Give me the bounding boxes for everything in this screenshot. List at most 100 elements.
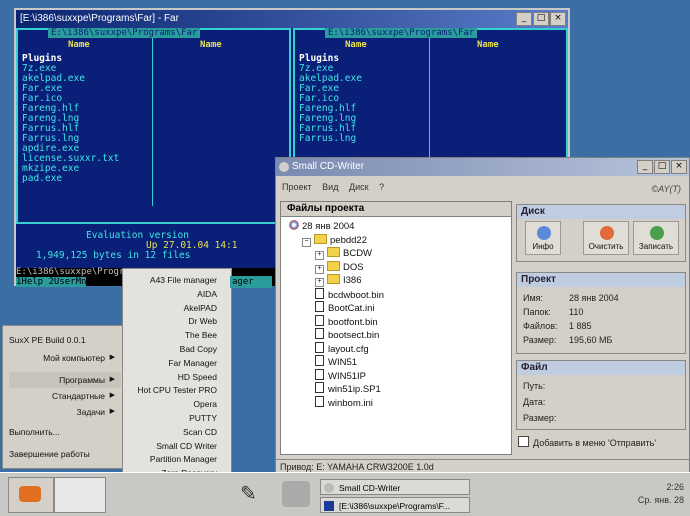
project-files-tree[interactable]: Файлы проекта 28 янв 2004 − pebdd22 + BCDW + D… [280,201,512,455]
far-file-item[interactable]: pad.exe [22,174,119,184]
programs-menu-item[interactable]: Opera [193,397,217,411]
tree-folder-item[interactable]: + BCDW [315,247,373,260]
programs-menu-item[interactable]: Far Manager [168,356,217,370]
expand-toggle-icon[interactable]: + [315,264,324,274]
tree-item-label: win51ip.SP1 [328,384,381,395]
file-group: Файл Путь: Дата: Размер: [516,360,686,430]
programs-menu-item[interactable]: A43 File manager [150,273,217,287]
start-menu-item[interactable]: Программы ▶ [9,372,121,388]
programs-menu-item[interactable]: The Bee [185,328,217,342]
programs-menu-item[interactable]: Bad Copy [180,342,217,356]
start-menu-item[interactable]: SuxX PE Build 0.0.1 [9,332,121,348]
start-menu-item[interactable]: Мой компьютер ▶ [9,350,121,366]
far-keybar-text: 1Help 2UserMn [16,277,87,287]
tree-file-item[interactable]: winbom.ini [315,395,373,409]
far-right-file-list[interactable]: Plugins 7z.exe akelpad.exe Far.exe Far.ico Fa… [299,54,362,144]
tree-folder-item[interactable]: 28 янв 2004 [289,220,354,232]
submenu-arrow-icon: ▶ [109,354,115,361]
tree-file-item[interactable]: bootfont.bin [315,314,378,328]
maximize-button[interactable]: □ [654,160,670,174]
far-left-col-name: Name [68,40,90,50]
add-to-sendto-checkbox[interactable]: Добавить в меню 'Отправить' [518,436,656,448]
cdw-window-controls: _ □ × [637,160,687,174]
write-label: Записать [638,242,674,251]
clock[interactable]: 2:26 Ср. янв. 28 [638,481,684,507]
info-label: Инфо [532,242,554,251]
cd-writer-window[interactable]: Small CD-Writer _ □ × Проект Вид Диск ? … [275,157,690,475]
show-desktop-icon[interactable] [54,477,106,513]
folder-icon [327,274,340,284]
pen-icon[interactable]: ✎ [240,481,264,507]
tree-file-item[interactable]: bootsect.bin [315,328,379,341]
programs-menu-item[interactable]: Hot CPU Tester PRO [137,383,217,397]
far-file-item[interactable]: Farrus.lng [299,134,362,144]
printer-icon[interactable] [282,481,310,507]
close-button[interactable]: × [550,12,566,26]
cd-writer-title-bar[interactable]: Small CD-Writer [276,158,689,176]
far-keybar[interactable]: 1Help 2UserMn [16,277,87,287]
info-button[interactable]: Инфо [525,221,561,255]
minimize-button[interactable]: _ [516,12,532,26]
file-size-label: Размер: [523,413,557,423]
start-menu-item[interactable]: Стандартные ▶ [9,388,121,404]
programs-menu-item[interactable]: Dr Web [188,314,217,328]
far-cmd-text: E:\i386\suxxpe\Progra [16,267,130,277]
cd-icon [279,162,289,172]
write-button[interactable]: Записать [633,221,679,255]
programs-menu-item[interactable]: PUTTY [189,411,217,425]
tree-file-item[interactable]: WIN51IP [315,368,366,382]
tree-file-item[interactable]: bcdwboot.bin [315,287,384,301]
expand-toggle-icon[interactable]: − [302,237,311,247]
disk-header: Диск [517,205,685,219]
maximize-button[interactable]: □ [533,12,549,26]
clock-date: Ср. янв. 28 [637,495,684,505]
submenu-arrow-icon: ▶ [109,408,115,415]
far-title-bar[interactable]: [E:\i386\suxxpe\Programs\Far] - Far [16,10,568,28]
drive-status: Привод: E: YAMAHA CRW3200E 1.0d [280,462,434,472]
far-left-panel[interactable]: E:\i386\suxxpe\Programs\Far Name Name Pl… [16,28,291,224]
programs-menu-item[interactable]: HD Speed [178,370,217,384]
menu-view[interactable]: Вид [322,182,338,192]
tree-folder-item[interactable]: + DOS [315,260,364,274]
minimize-button[interactable]: _ [637,160,653,174]
start-logo-icon [19,486,41,502]
programs-menu-item[interactable]: AkelPAD [184,301,217,315]
tree-file-item[interactable]: layout.cfg [315,341,369,355]
start-menu[interactable]: SuxX PE Build 0.0.1 Мой компьютер ▶ Програм… [2,325,126,469]
start-menu-item[interactable]: Завершение работы [9,446,121,462]
project-files-row: Файлов: 1 885 [523,321,592,331]
programs-submenu[interactable]: A43 File manager AIDA AkelPAD Dr Web The Bee… [122,268,232,496]
far-left-file-list[interactable]: Plugins 7z.exe akelpad.exe Far.exe Far.ico Fa… [22,54,119,184]
start-button[interactable] [8,477,54,513]
clear-button[interactable]: Очистить [583,221,629,255]
tree-file-item[interactable]: win51ip.SP1 [315,382,381,395]
tree-item-label: BCDW [343,248,373,259]
tree-file-item[interactable]: BootCat.ini [315,301,374,314]
start-menu-item[interactable]: Выполнить... [9,424,121,440]
folder-icon [327,247,340,257]
tree-file-item[interactable]: WIN51 [315,355,357,368]
programs-menu-item[interactable]: AIDA [197,287,217,301]
close-button[interactable]: × [671,160,687,174]
cd-icon [324,483,334,493]
project-folders-row: Папок: 110 [523,307,584,317]
far-tab-fragment: ager [230,276,272,288]
file-icon [315,301,324,312]
start-menu-item[interactable]: Задачи ▶ [9,404,121,420]
expand-toggle-icon[interactable]: + [315,251,324,260]
programs-menu-item[interactable]: Partition Manager [150,452,217,466]
tree-header: Файлы проекта [281,202,511,217]
tree-folder-item[interactable]: + I386 [315,274,362,287]
project-name-row: Имя: 28 янв 2004 [523,293,619,303]
task-far[interactable]: [E:\i386\suxxpe\Programs\F... [320,497,470,513]
menu-disk[interactable]: Диск [349,182,369,192]
programs-menu-item[interactable]: Small CD Writer [156,439,217,453]
tree-folder-item[interactable]: − pebdd22 [302,233,367,247]
project-header: Проект [517,273,685,287]
menu-project[interactable]: Проект [282,182,312,192]
task-small-cd-writer[interactable]: Small CD-Writer [320,479,470,495]
expand-toggle-icon[interactable]: + [315,278,324,287]
programs-menu-item[interactable]: Scan CD [183,425,217,439]
far-window-controls: _ □ × [516,12,566,26]
menu-help[interactable]: ? [379,182,384,192]
